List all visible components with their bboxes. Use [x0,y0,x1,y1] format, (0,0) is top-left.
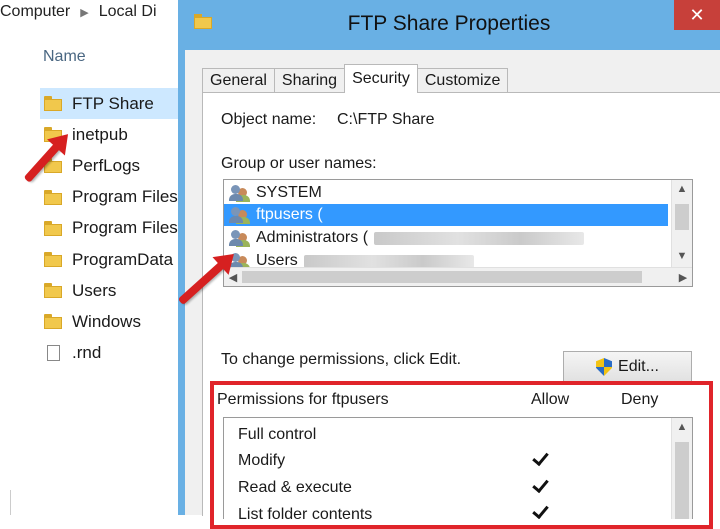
permission-row: Full control [238,422,316,448]
tab-general[interactable]: General [202,68,275,93]
group-label: Group or user names: [221,155,377,172]
object-name-value: C:\FTP Share [337,111,435,128]
users-icon [228,184,250,202]
chevron-right-icon[interactable]: ▶ [674,271,692,284]
list-item[interactable]: Program Files [44,213,184,244]
item-label: Windows [72,311,141,331]
tab-customize[interactable]: Customize [416,68,509,93]
redacted-text [303,254,474,268]
permissions-list[interactable]: Full control Modify Read & execute List … [223,417,693,519]
scroll-thumb[interactable] [675,204,689,230]
chevron-up-icon[interactable]: ▲ [673,421,691,433]
breadcrumb-chevron-icon[interactable]: ▶ [80,6,88,19]
list-item[interactable]: Administrators ( [228,227,585,249]
permission-label: List folder contents [238,506,373,519]
item-label: ProgramData [72,249,174,269]
scroll-thumb[interactable] [675,442,689,519]
folder-icon [44,252,62,268]
item-label: Program Files [72,187,178,207]
object-name-label: Object name: [221,111,317,128]
check-icon [532,450,550,468]
folder-icon [44,189,62,205]
change-permissions-text: To change permissions, click Edit. [221,351,462,368]
folder-icon [44,283,62,299]
user-label: ftpusers ( [256,206,323,223]
list-item[interactable]: FTP Share [40,88,184,120]
permission-row: Modify [238,448,285,474]
deny-header: Deny [621,391,659,408]
object-name: Object name: C:\FTP Share [221,111,435,129]
permission-label: Read & execute [238,479,352,496]
edit-button-label: Edit... [618,358,659,375]
tab-security[interactable]: Security [344,64,418,93]
close-icon: ✕ [689,4,705,25]
permission-row: List folder contents [238,502,372,519]
list-item[interactable]: ProgramData [44,244,184,275]
users-icon [228,229,250,247]
item-label: .rnd [72,343,102,363]
breadcrumb: Computer ▶ Local Di [0,0,200,24]
dialog-title: FTP Share Properties [347,12,551,35]
close-button[interactable]: ✕ [674,0,720,30]
item-label: inetpub [72,124,128,144]
list-item[interactable]: ftpusers ( [224,204,668,226]
list-item[interactable]: .rnd [44,338,184,369]
tab-strip: General Sharing Security Customize [202,64,509,93]
vertical-scrollbar[interactable]: ▲ [671,418,692,519]
properties-dialog: FTP Share Properties ✕ General Sharing S… [178,0,720,529]
vertical-scrollbar[interactable]: ▲ ▼ [671,180,692,268]
permission-row: Read & execute [238,475,352,501]
chevron-down-icon[interactable]: ▼ [673,250,691,262]
breadcrumb-computer[interactable]: Computer [0,3,70,21]
security-tab-page: Object name: C:\FTP Share Group or user … [202,92,720,529]
permissions-header: Permissions for ftpusers [217,391,389,408]
dialog-client: General Sharing Security Customize Objec… [185,50,720,529]
check-icon [532,503,550,519]
divider [0,490,11,515]
permission-label: Modify [238,452,286,469]
item-label: FTP Share [72,93,154,113]
user-list[interactable]: SYSTEM ftpusers ( Administrators ( Users… [223,179,693,287]
shield-icon [596,358,612,376]
scroll-thumb[interactable] [242,271,642,283]
folder-icon [44,220,62,236]
item-label: Program Files [72,218,178,238]
edit-button[interactable]: Edit... [563,351,692,383]
breadcrumb-local-disk[interactable]: Local Di [99,3,157,21]
item-label: PerfLogs [72,155,141,175]
tab-sharing[interactable]: Sharing [273,68,346,93]
allow-header: Allow [531,391,570,408]
permission-label: Full control [238,426,317,443]
user-label: SYSTEM [256,184,322,201]
check-icon [532,477,550,495]
item-label: Users [72,280,117,300]
list-item[interactable]: Windows [44,306,184,337]
user-label: Administrators ( [256,229,369,246]
title-bar[interactable]: FTP Share Properties ✕ [178,0,720,50]
horizontal-scrollbar[interactable]: ◀ ▶ [224,267,692,286]
list-item[interactable]: SYSTEM [228,182,322,204]
list-item[interactable]: Program Files [44,182,184,213]
folder-icon [44,314,62,330]
users-icon [228,206,250,224]
redacted-text [374,231,585,245]
folder-icon [44,96,62,112]
file-list: FTP Share inetpub PerfLogs Program Files… [40,88,184,369]
name-column-header[interactable]: Name [43,48,86,66]
list-item[interactable]: Users [44,275,184,306]
chevron-up-icon[interactable]: ▲ [673,183,691,195]
file-icon [47,345,60,362]
